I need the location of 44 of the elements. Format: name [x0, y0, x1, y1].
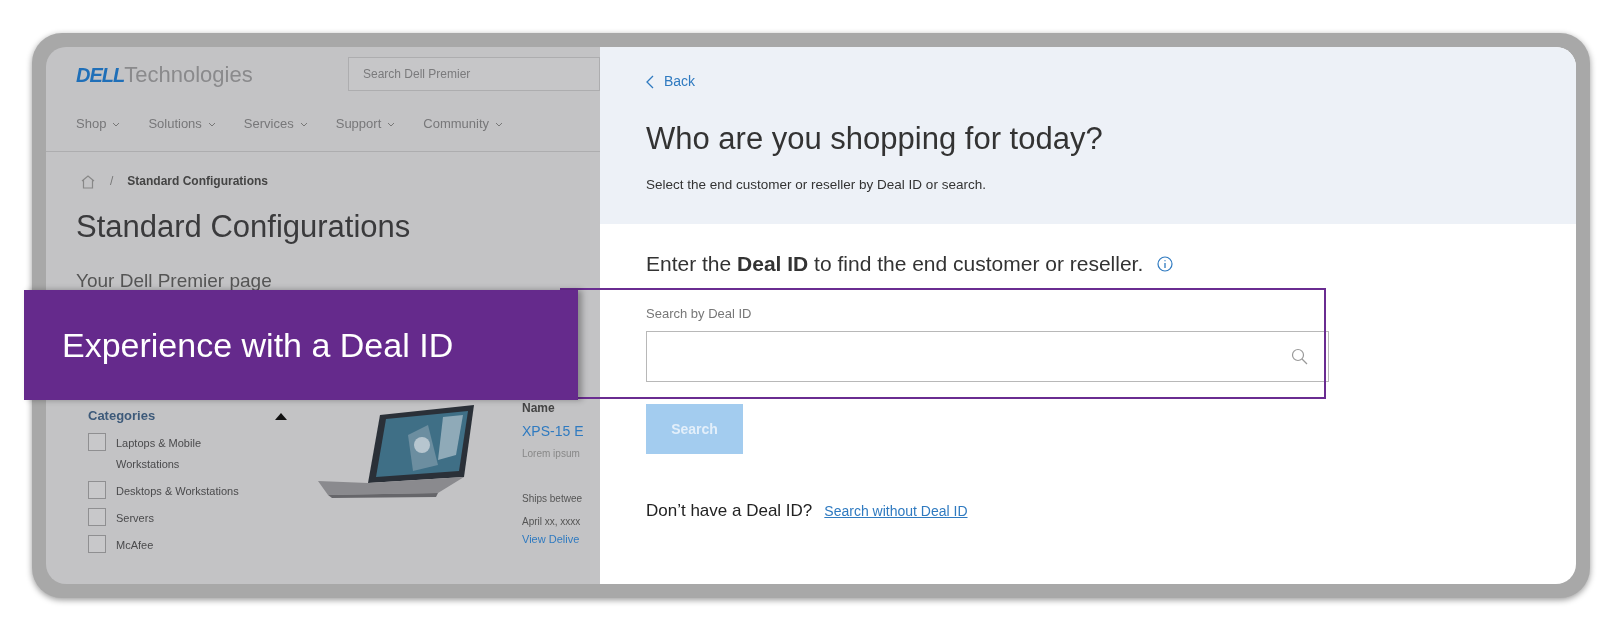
breadcrumb-separator: /: [110, 173, 114, 190]
column-heading: Name: [522, 399, 555, 417]
nav-item[interactable]: Solutions: [148, 114, 216, 134]
dialog-title: Who are you shopping for today?: [646, 120, 1104, 158]
category-label: McAfee: [116, 537, 155, 553]
nav-item[interactable]: Services: [243, 114, 308, 134]
checkbox[interactable]: [88, 480, 106, 499]
field-label: Search by Deal ID: [645, 304, 753, 323]
search-icon: [1291, 348, 1308, 365]
page-title: Standard Configurations: [75, 208, 412, 246]
checkbox[interactable]: [88, 507, 106, 526]
nav-item[interactable]: Shop: [76, 114, 121, 134]
categories-heading: Categories: [88, 406, 156, 425]
deal-id-field[interactable]: [646, 331, 1329, 382]
banner-text: Experience with a Deal ID: [62, 324, 454, 366]
product-link[interactable]: XPS-15 E: [522, 420, 584, 442]
shipping-date: April xx, xxxx: [522, 514, 581, 529]
chevron-down-icon: [299, 121, 308, 127]
logo[interactable]: DELLTechnologies: [76, 57, 253, 91]
checkbox[interactable]: [88, 534, 106, 553]
nav-item[interactable]: Support: [335, 114, 396, 134]
footer-text: Don’t have a Deal ID?: [646, 500, 813, 522]
chevron-down-icon: [207, 121, 216, 127]
nav-item[interactable]: Community: [423, 114, 503, 134]
prompt-text: Enter the Deal ID to find the end customer or reseller.: [646, 251, 1144, 277]
category-label: Desktops & Workstations: [116, 483, 240, 499]
back-link[interactable]: Back: [646, 71, 696, 92]
search-without-deal-link[interactable]: Search without Deal ID: [824, 501, 968, 522]
chevron-left-icon: [646, 74, 654, 89]
chevron-down-icon: [495, 121, 503, 127]
chevron-down-icon: [387, 121, 396, 127]
dialog-subtitle: Select the end customer or reseller by Deal ID or search.: [646, 175, 987, 194]
category-label: Laptops & Mobile Workstations: [116, 435, 202, 472]
shipping-label: Ships betwee: [522, 491, 583, 506]
page-subtitle: Your Dell Premier page: [75, 268, 273, 293]
category-label: Servers: [116, 510, 155, 526]
product-description: Lorem ipsum: [522, 446, 580, 461]
search-field[interactable]: Search Dell Premier: [348, 57, 600, 91]
checkbox[interactable]: [88, 432, 106, 451]
delivery-link[interactable]: View Delive: [522, 530, 580, 547]
chevron-down-icon: [112, 121, 121, 127]
breadcrumb-current: Standard Configurations: [127, 173, 268, 190]
home-icon[interactable]: [80, 173, 96, 189]
info-icon[interactable]: [1157, 255, 1174, 272]
